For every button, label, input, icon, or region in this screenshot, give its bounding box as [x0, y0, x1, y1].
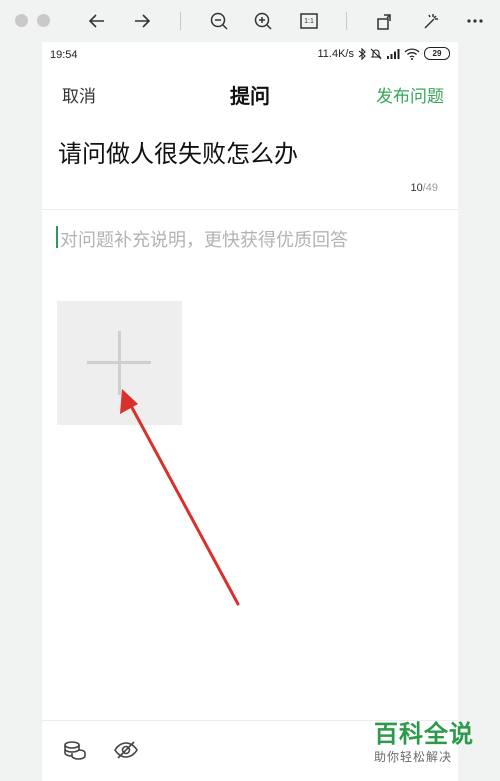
question-title-input[interactable]: 请问做人很失败怎么办 — [58, 134, 298, 169]
wifi-icon — [404, 47, 420, 60]
signal-icon — [387, 49, 400, 59]
description-input[interactable]: 对问题补充说明，更快获得优质回答 — [60, 226, 348, 252]
divider — [42, 209, 458, 210]
zoom-out-icon[interactable] — [208, 10, 230, 32]
magic-wand-icon[interactable] — [420, 10, 442, 32]
more-icon[interactable] — [464, 10, 486, 32]
blocked-circle-icon[interactable] — [37, 14, 50, 27]
actual-size-label: 1:1 — [304, 17, 314, 25]
close-circle-icon[interactable] — [15, 14, 28, 27]
nav-bar: 取消 提问 发布问题 — [42, 68, 458, 118]
text-caret — [56, 226, 58, 248]
network-speed: 11.4K/s — [317, 47, 355, 60]
watermark-main: 百科全说 — [374, 720, 474, 748]
eye-off-icon[interactable] — [113, 737, 139, 763]
toolbar-separator — [346, 12, 347, 30]
bluetooth-icon — [358, 47, 366, 60]
publish-button[interactable]: 发布问题 — [376, 82, 444, 107]
add-image-button[interactable] — [57, 301, 182, 425]
phone-screen: 19:54 11.4K/s 29 取消 提问 发布问题 请问做人很失败怎么办 1… — [42, 42, 458, 781]
char-count-current: 10 — [410, 182, 423, 194]
actual-size-icon[interactable]: 1:1 — [298, 10, 320, 32]
mute-icon — [370, 48, 382, 59]
zoom-in-icon[interactable] — [252, 10, 274, 32]
rotate-icon[interactable] — [374, 10, 396, 32]
status-right: 11.4K/s 29 — [317, 47, 450, 60]
status-bar: 19:54 11.4K/s 29 — [42, 42, 458, 68]
arrow-left-icon[interactable] — [86, 10, 108, 32]
coins-icon[interactable] — [62, 737, 88, 763]
arrow-right-icon[interactable] — [131, 10, 153, 32]
watermark-sub: 助你轻松解决 — [374, 750, 453, 764]
char-counter: 10/49 — [410, 182, 438, 194]
status-time: 19:54 — [50, 49, 78, 61]
toolbar-separator — [180, 12, 181, 30]
battery-icon: 29 — [424, 47, 450, 60]
viewer-toolbar: 1:1 — [0, 0, 500, 42]
char-count-max: /49 — [422, 182, 438, 194]
watermark-logo: 百科全说 助你轻松解决 — [374, 720, 494, 765]
plus-icon — [118, 331, 121, 395]
